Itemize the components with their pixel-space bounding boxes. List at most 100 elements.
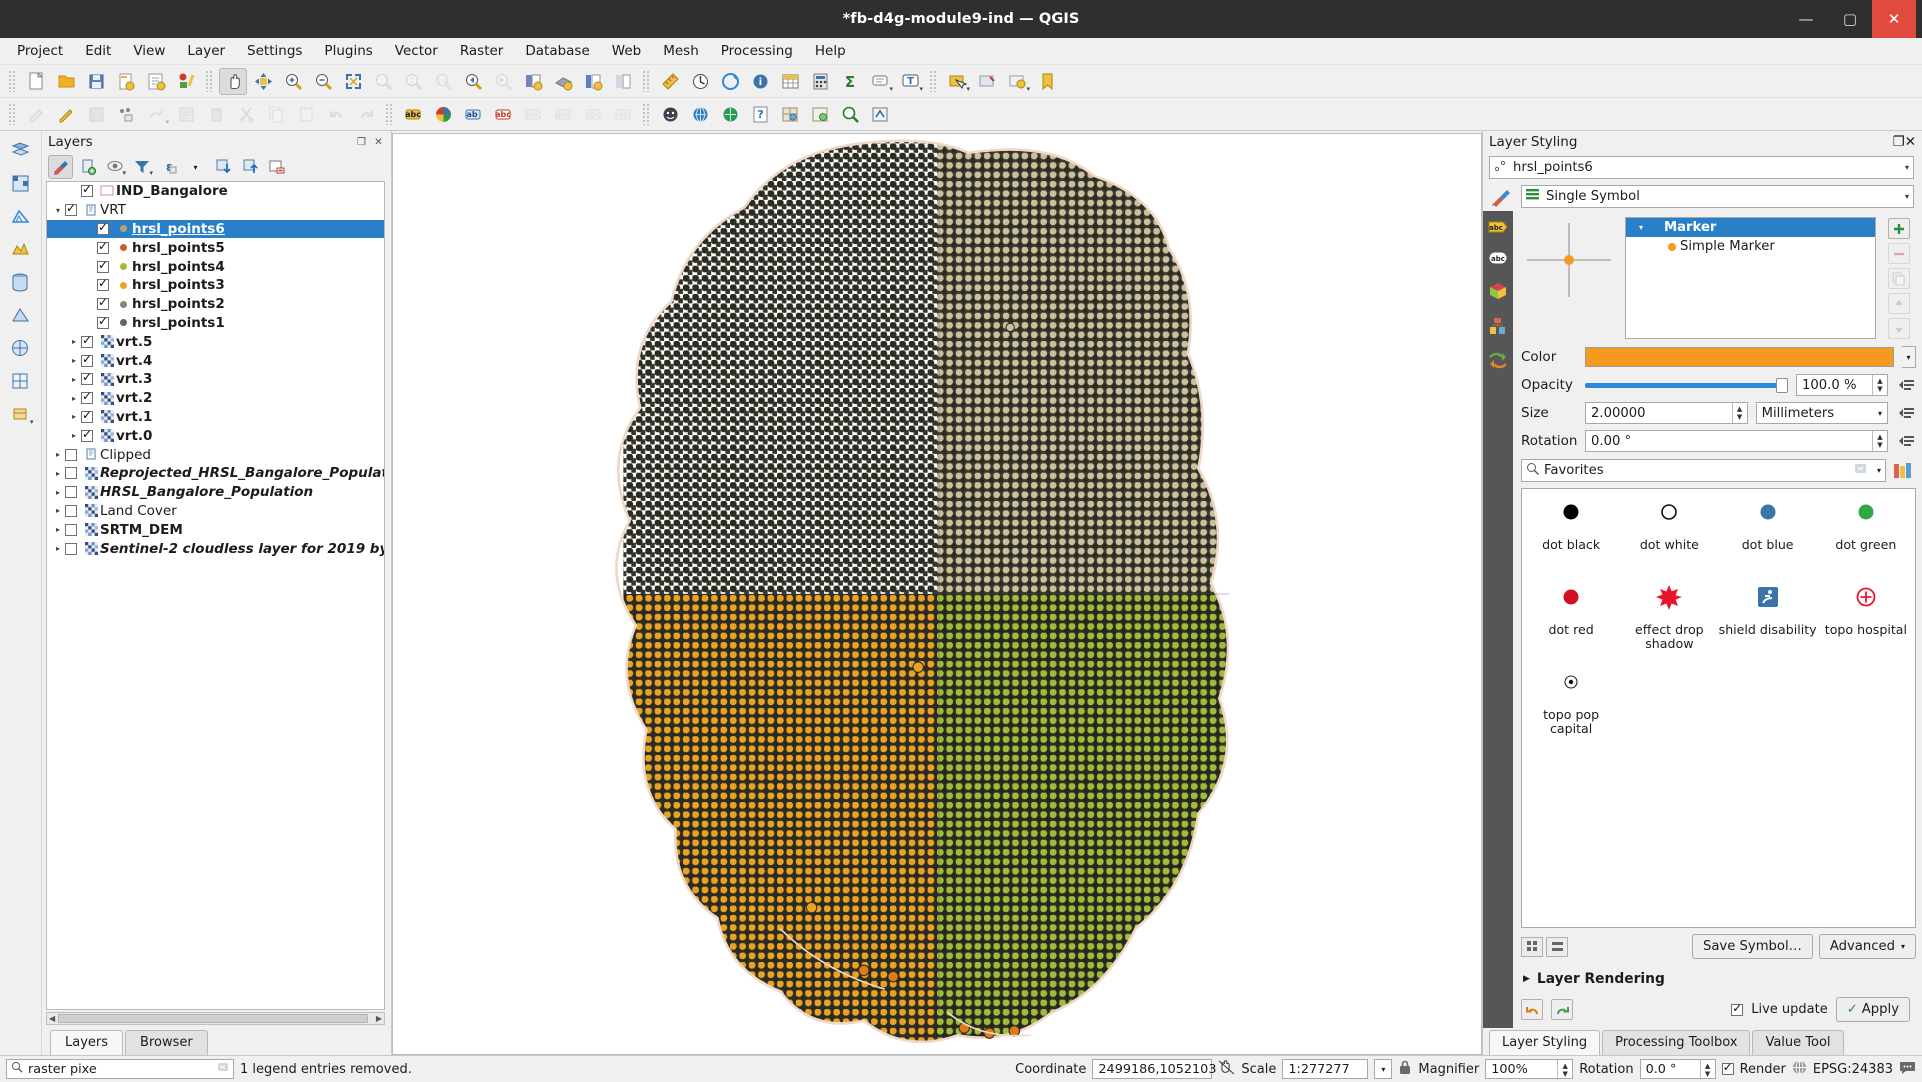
- zoom-to-layer-icon[interactable]: [399, 68, 427, 95]
- add-postgis-layer-icon[interactable]: [7, 269, 35, 296]
- new-map-view-icon[interactable]: [519, 68, 547, 95]
- vertex-tool-icon[interactable]: ▾: [142, 101, 170, 128]
- symbol-layer-row[interactable]: ▾ Marker: [1626, 218, 1875, 237]
- size-data-defined-override-icon[interactable]: [1896, 403, 1916, 423]
- metasearch-icon[interactable]: [716, 101, 744, 128]
- advanced-button[interactable]: Advanced ▾: [1818, 934, 1916, 959]
- pin-labels-icon[interactable]: ab: [459, 101, 487, 128]
- layer-tree-item[interactable]: ▸ Sentinel-2 cloudless layer for 2019 by …: [47, 539, 384, 558]
- chevron-down-icon[interactable]: ▾: [1878, 409, 1882, 418]
- layer-visibility-checkbox[interactable]: [81, 389, 93, 405]
- toolbar-grip[interactable]: [205, 70, 214, 92]
- layer-tree-item[interactable]: ▸ SRTM_DEM: [47, 520, 384, 539]
- expander-icon[interactable]: ▸: [67, 337, 81, 346]
- add-spatialite-layer-icon[interactable]: [7, 302, 35, 329]
- opacity-slider-handle[interactable]: [1776, 377, 1788, 393]
- new-3d-map-view-icon[interactable]: [549, 68, 577, 95]
- save-symbol-button[interactable]: Save Symbol…: [1691, 934, 1813, 959]
- layer-tree-item[interactable]: ▸ Reprojected_HRSL_Bangalore_Population: [47, 464, 384, 483]
- chevron-down-icon[interactable]: ▾: [1026, 85, 1030, 93]
- size-unit-combo[interactable]: Millimeters ▾: [1755, 402, 1888, 424]
- masks-tab-icon[interactable]: abc: [1488, 250, 1508, 270]
- layer-tree-item[interactable]: hrsl_points3: [47, 276, 384, 295]
- live-update-checkbox[interactable]: [1731, 1001, 1744, 1016]
- chevron-down-icon[interactable]: ▾: [889, 85, 893, 93]
- new-annotation-icon[interactable]: [716, 68, 744, 95]
- close-panel-icon[interactable]: ✕: [372, 136, 385, 149]
- toolbar-grip[interactable]: [385, 103, 394, 125]
- layer-visibility-checkbox[interactable]: [81, 427, 93, 442]
- layer-visibility-checkbox[interactable]: [81, 352, 93, 367]
- expander-icon[interactable]: ▸: [67, 431, 81, 440]
- filter-legend-dropdown-icon[interactable]: ▾: [183, 155, 208, 179]
- add-feature-icon[interactable]: [112, 101, 140, 128]
- scroll-left-icon[interactable]: ◀: [49, 1014, 55, 1023]
- filter-legend-icon[interactable]: ▾: [129, 155, 154, 179]
- toolbar-grip[interactable]: [642, 103, 651, 125]
- manage-layer-visibility-icon[interactable]: ▾: [102, 155, 127, 179]
- expander-icon[interactable]: ▸: [67, 412, 81, 421]
- gps-tools-icon[interactable]: [866, 101, 894, 128]
- layer-visibility-checkbox[interactable]: [65, 448, 77, 461]
- layer-visibility-checkbox[interactable]: [97, 220, 109, 235]
- osm-download-icon[interactable]: [806, 101, 834, 128]
- menu-help[interactable]: Help: [804, 40, 857, 62]
- layer-tree[interactable]: IND_Bangalore ▾ VRT hrsl_points6 hrsl_points…: [46, 181, 385, 1010]
- symbol-search-input[interactable]: Favorites ▾: [1521, 459, 1886, 482]
- 3d-view-tab-icon[interactable]: [1488, 281, 1508, 305]
- refresh-icon[interactable]: [609, 68, 637, 95]
- add-delimited-text-layer-icon[interactable]: [7, 236, 35, 263]
- layer-tree-item[interactable]: hrsl_points1: [47, 314, 384, 333]
- show-bookmarks-icon[interactable]: [1033, 68, 1061, 95]
- filter-legend-by-expression-icon[interactable]: ε: [156, 155, 181, 179]
- chevron-down-icon[interactable]: ▾: [30, 418, 34, 426]
- save-project-icon[interactable]: [82, 68, 110, 95]
- menu-plugins[interactable]: Plugins: [313, 40, 383, 62]
- opacity-spinner[interactable]: ▲ ▼: [1872, 375, 1887, 395]
- maximize-button[interactable]: ▢: [1828, 0, 1872, 38]
- expand-all-icon[interactable]: [210, 155, 235, 179]
- style-manager-icon[interactable]: [172, 68, 200, 95]
- menu-project[interactable]: Project: [6, 40, 74, 62]
- menu-layer[interactable]: Layer: [176, 40, 236, 62]
- toolbar-grip[interactable]: [642, 70, 651, 92]
- actions-tab-icon[interactable]: [1488, 351, 1508, 373]
- python-console-icon[interactable]: [656, 101, 684, 128]
- symbol-library-icon[interactable]: [1890, 461, 1916, 481]
- chevron-down-icon[interactable]: ▾: [122, 169, 126, 177]
- highlight-labels-icon[interactable]: abc: [489, 101, 517, 128]
- paste-features-icon[interactable]: [292, 101, 320, 128]
- zoom-last-icon[interactable]: [459, 68, 487, 95]
- layer-visibility-checkbox[interactable]: [65, 201, 77, 217]
- panel-tab-browser[interactable]: Browser: [125, 1030, 208, 1055]
- symbol-gallery-item[interactable]: shield disability: [1719, 584, 1817, 669]
- layer-visibility-checkbox[interactable]: [97, 258, 109, 273]
- layer-visibility-checkbox[interactable]: [97, 276, 109, 292]
- magnifier-field[interactable]: 100% ▲ ▼: [1485, 1059, 1574, 1080]
- add-vector-layer-icon[interactable]: [7, 137, 35, 164]
- remove-symbol-layer-button[interactable]: [1888, 243, 1910, 264]
- add-group-icon[interactable]: [75, 155, 100, 179]
- zoom-in-icon[interactable]: [279, 68, 307, 95]
- render-checkbox[interactable]: [1721, 1060, 1734, 1075]
- coordinate-field[interactable]: 2499186,1052103: [1092, 1059, 1216, 1079]
- zoom-to-selection-icon[interactable]: [369, 68, 397, 95]
- rotation-value-field[interactable]: 0.00 ° ▲ ▼: [1585, 430, 1888, 452]
- new-virtual-layer-icon[interactable]: ▾: [7, 401, 35, 428]
- zoom-next-icon[interactable]: [489, 68, 517, 95]
- help-contents-icon[interactable]: ?: [746, 101, 774, 128]
- menu-mesh[interactable]: Mesh: [652, 40, 710, 62]
- lock-scale-icon[interactable]: [1398, 1059, 1412, 1079]
- rotation-spinner[interactable]: ▲ ▼: [1872, 431, 1887, 451]
- right-panel-tab[interactable]: Processing Toolbox: [1602, 1030, 1751, 1055]
- scale-combo[interactable]: 1:277277: [1282, 1059, 1369, 1079]
- attribute-table-icon[interactable]: [776, 68, 804, 95]
- select-by-expression-icon[interactable]: ▾: [1003, 68, 1031, 95]
- layer-visibility-checkbox[interactable]: [65, 504, 77, 517]
- collapse-all-icon[interactable]: [237, 155, 262, 179]
- remove-layer-icon[interactable]: [264, 155, 289, 179]
- layer-tree-item[interactable]: IND_Bangalore: [47, 182, 384, 201]
- symbol-gallery-item[interactable]: topo hospital: [1817, 584, 1915, 669]
- layer-tree-item[interactable]: ▸ vrt.1: [47, 408, 384, 427]
- size-spinner[interactable]: ▲ ▼: [1731, 403, 1747, 423]
